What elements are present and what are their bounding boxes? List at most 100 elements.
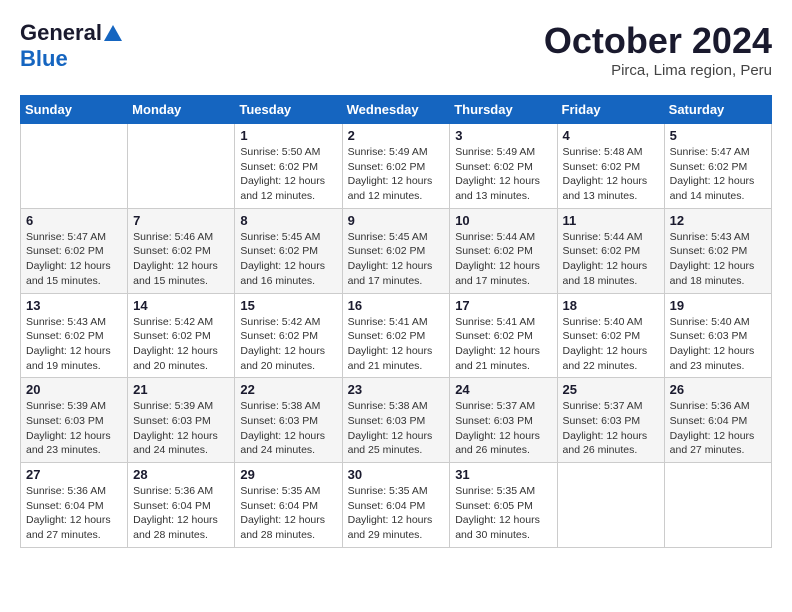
- calendar-cell: 21 Sunrise: 5:39 AMSunset: 6:03 PMDayligh…: [128, 378, 235, 463]
- calendar-week-3: 13Sunrise: 5:43 AMSunset: 6:02 PMDayligh…: [21, 293, 772, 378]
- day-number: 5: [670, 128, 766, 143]
- calendar-cell: 18 Sunrise: 5:40 AMSunset: 6:02 PMDayligh…: [557, 293, 664, 378]
- day-info: Sunrise: 5:44 AMSunset: 6:02 PMDaylight:…: [455, 230, 551, 289]
- calendar-cell: 19 Sunrise: 5:40 AMSunset: 6:03 PMDayligh…: [664, 293, 771, 378]
- day-number: 18: [563, 298, 659, 313]
- day-number: 2: [348, 128, 445, 143]
- calendar-cell: 15Sunrise: 5:42 AMSunset: 6:02 PMDayligh…: [235, 293, 342, 378]
- day-number: 1: [240, 128, 336, 143]
- calendar-cell: 28 Sunrise: 5:36 AMSunset: 6:04 PMDayligh…: [128, 463, 235, 548]
- calendar-cell: 2 Sunrise: 5:49 AMSunset: 6:02 PMDaylight…: [342, 124, 450, 209]
- day-info: Sunrise: 5:50 AMSunset: 6:02 PMDaylight:…: [240, 145, 336, 204]
- day-number: 12: [670, 213, 766, 228]
- calendar-table: Sunday Monday Tuesday Wednesday Thursday…: [20, 95, 772, 548]
- day-info: Sunrise: 5:38 AMSunset: 6:03 PMDaylight:…: [240, 399, 336, 458]
- day-number: 25: [563, 382, 659, 397]
- calendar-cell: 16Sunrise: 5:41 AMSunset: 6:02 PMDayligh…: [342, 293, 450, 378]
- calendar-cell: 8 Sunrise: 5:45 AMSunset: 6:02 PMDaylight…: [235, 208, 342, 293]
- calendar-cell: [664, 463, 771, 548]
- month-title: October 2024: [544, 20, 772, 62]
- day-number: 31: [455, 467, 551, 482]
- calendar-cell: 7Sunrise: 5:46 AMSunset: 6:02 PMDaylight…: [128, 208, 235, 293]
- calendar-cell: 12 Sunrise: 5:43 AMSunset: 6:02 PMDayligh…: [664, 208, 771, 293]
- col-saturday: Saturday: [664, 96, 771, 124]
- day-info: Sunrise: 5:45 AMSunset: 6:02 PMDaylight:…: [240, 230, 336, 289]
- day-info: Sunrise: 5:35 AMSunset: 6:05 PMDaylight:…: [455, 484, 551, 543]
- calendar-cell: 30 Sunrise: 5:35 AMSunset: 6:04 PMDayligh…: [342, 463, 450, 548]
- calendar-week-1: 1 Sunrise: 5:50 AMSunset: 6:02 PMDaylight…: [21, 124, 772, 209]
- day-number: 26: [670, 382, 766, 397]
- col-sunday: Sunday: [21, 96, 128, 124]
- day-info: Sunrise: 5:43 AMSunset: 6:02 PMDaylight:…: [670, 230, 766, 289]
- day-info: Sunrise: 5:35 AMSunset: 6:04 PMDaylight:…: [348, 484, 445, 543]
- page-header: General Blue October 2024 Pirca, Lima re…: [20, 20, 772, 79]
- calendar-cell: 1 Sunrise: 5:50 AMSunset: 6:02 PMDaylight…: [235, 124, 342, 209]
- day-info: Sunrise: 5:36 AMSunset: 6:04 PMDaylight:…: [133, 484, 229, 543]
- day-info: Sunrise: 5:47 AMSunset: 6:02 PMDaylight:…: [26, 230, 122, 289]
- logo: General Blue: [20, 20, 122, 72]
- day-number: 23: [348, 382, 445, 397]
- calendar-week-5: 27Sunrise: 5:36 AMSunset: 6:04 PMDayligh…: [21, 463, 772, 548]
- day-info: Sunrise: 5:49 AMSunset: 6:02 PMDaylight:…: [455, 145, 551, 204]
- day-number: 3: [455, 128, 551, 143]
- title-block: October 2024 Pirca, Lima region, Peru: [544, 20, 772, 79]
- day-info: Sunrise: 5:43 AMSunset: 6:02 PMDaylight:…: [26, 315, 122, 374]
- day-number: 30: [348, 467, 445, 482]
- day-info: Sunrise: 5:39 AMSunset: 6:03 PMDaylight:…: [26, 399, 122, 458]
- day-info: Sunrise: 5:42 AMSunset: 6:02 PMDaylight:…: [240, 315, 336, 374]
- calendar-cell: [21, 124, 128, 209]
- calendar-cell: 27Sunrise: 5:36 AMSunset: 6:04 PMDayligh…: [21, 463, 128, 548]
- calendar-cell: 3 Sunrise: 5:49 AMSunset: 6:02 PMDaylight…: [450, 124, 557, 209]
- logo-arrow-icon: [104, 23, 122, 46]
- calendar-cell: 31 Sunrise: 5:35 AMSunset: 6:05 PMDayligh…: [450, 463, 557, 548]
- col-tuesday: Tuesday: [235, 96, 342, 124]
- calendar-cell: 23 Sunrise: 5:38 AMSunset: 6:03 PMDayligh…: [342, 378, 450, 463]
- day-number: 8: [240, 213, 336, 228]
- calendar-cell: 6Sunrise: 5:47 AMSunset: 6:02 PMDaylight…: [21, 208, 128, 293]
- col-monday: Monday: [128, 96, 235, 124]
- calendar-week-2: 6Sunrise: 5:47 AMSunset: 6:02 PMDaylight…: [21, 208, 772, 293]
- calendar-cell: 14Sunrise: 5:42 AMSunset: 6:02 PMDayligh…: [128, 293, 235, 378]
- day-info: Sunrise: 5:37 AMSunset: 6:03 PMDaylight:…: [455, 399, 551, 458]
- location-subtitle: Pirca, Lima region, Peru: [544, 62, 772, 79]
- calendar-cell: [557, 463, 664, 548]
- day-info: Sunrise: 5:40 AMSunset: 6:02 PMDaylight:…: [563, 315, 659, 374]
- calendar-cell: 29 Sunrise: 5:35 AMSunset: 6:04 PMDayligh…: [235, 463, 342, 548]
- day-info: Sunrise: 5:46 AMSunset: 6:02 PMDaylight:…: [133, 230, 229, 289]
- day-number: 16: [348, 298, 445, 313]
- day-info: Sunrise: 5:44 AMSunset: 6:02 PMDaylight:…: [563, 230, 659, 289]
- day-number: 19: [670, 298, 766, 313]
- day-number: 4: [563, 128, 659, 143]
- calendar-cell: 10 Sunrise: 5:44 AMSunset: 6:02 PMDayligh…: [450, 208, 557, 293]
- calendar-cell: 25Sunrise: 5:37 AMSunset: 6:03 PMDayligh…: [557, 378, 664, 463]
- day-number: 29: [240, 467, 336, 482]
- day-info: Sunrise: 5:35 AMSunset: 6:04 PMDaylight:…: [240, 484, 336, 543]
- day-number: 10: [455, 213, 551, 228]
- day-number: 11: [563, 213, 659, 228]
- day-info: Sunrise: 5:36 AMSunset: 6:04 PMDaylight:…: [670, 399, 766, 458]
- day-number: 20: [26, 382, 122, 397]
- calendar-cell: 9 Sunrise: 5:45 AMSunset: 6:02 PMDaylight…: [342, 208, 450, 293]
- calendar-week-4: 20 Sunrise: 5:39 AMSunset: 6:03 PMDayligh…: [21, 378, 772, 463]
- day-info: Sunrise: 5:45 AMSunset: 6:02 PMDaylight:…: [348, 230, 445, 289]
- day-info: Sunrise: 5:38 AMSunset: 6:03 PMDaylight:…: [348, 399, 445, 458]
- day-info: Sunrise: 5:39 AMSunset: 6:03 PMDaylight:…: [133, 399, 229, 458]
- col-wednesday: Wednesday: [342, 96, 450, 124]
- day-info: Sunrise: 5:48 AMSunset: 6:02 PMDaylight:…: [563, 145, 659, 204]
- day-number: 9: [348, 213, 445, 228]
- calendar-cell: 5Sunrise: 5:47 AMSunset: 6:02 PMDaylight…: [664, 124, 771, 209]
- col-friday: Friday: [557, 96, 664, 124]
- day-number: 21: [133, 382, 229, 397]
- header-row: Sunday Monday Tuesday Wednesday Thursday…: [21, 96, 772, 124]
- day-number: 17: [455, 298, 551, 313]
- day-info: Sunrise: 5:49 AMSunset: 6:02 PMDaylight:…: [348, 145, 445, 204]
- day-number: 22: [240, 382, 336, 397]
- calendar-cell: 22 Sunrise: 5:38 AMSunset: 6:03 PMDayligh…: [235, 378, 342, 463]
- calendar-cell: 17Sunrise: 5:41 AMSunset: 6:02 PMDayligh…: [450, 293, 557, 378]
- day-number: 28: [133, 467, 229, 482]
- logo-blue-text: Blue: [20, 46, 68, 72]
- col-thursday: Thursday: [450, 96, 557, 124]
- day-info: Sunrise: 5:42 AMSunset: 6:02 PMDaylight:…: [133, 315, 229, 374]
- logo-general-text: General: [20, 20, 102, 46]
- day-info: Sunrise: 5:40 AMSunset: 6:03 PMDaylight:…: [670, 315, 766, 374]
